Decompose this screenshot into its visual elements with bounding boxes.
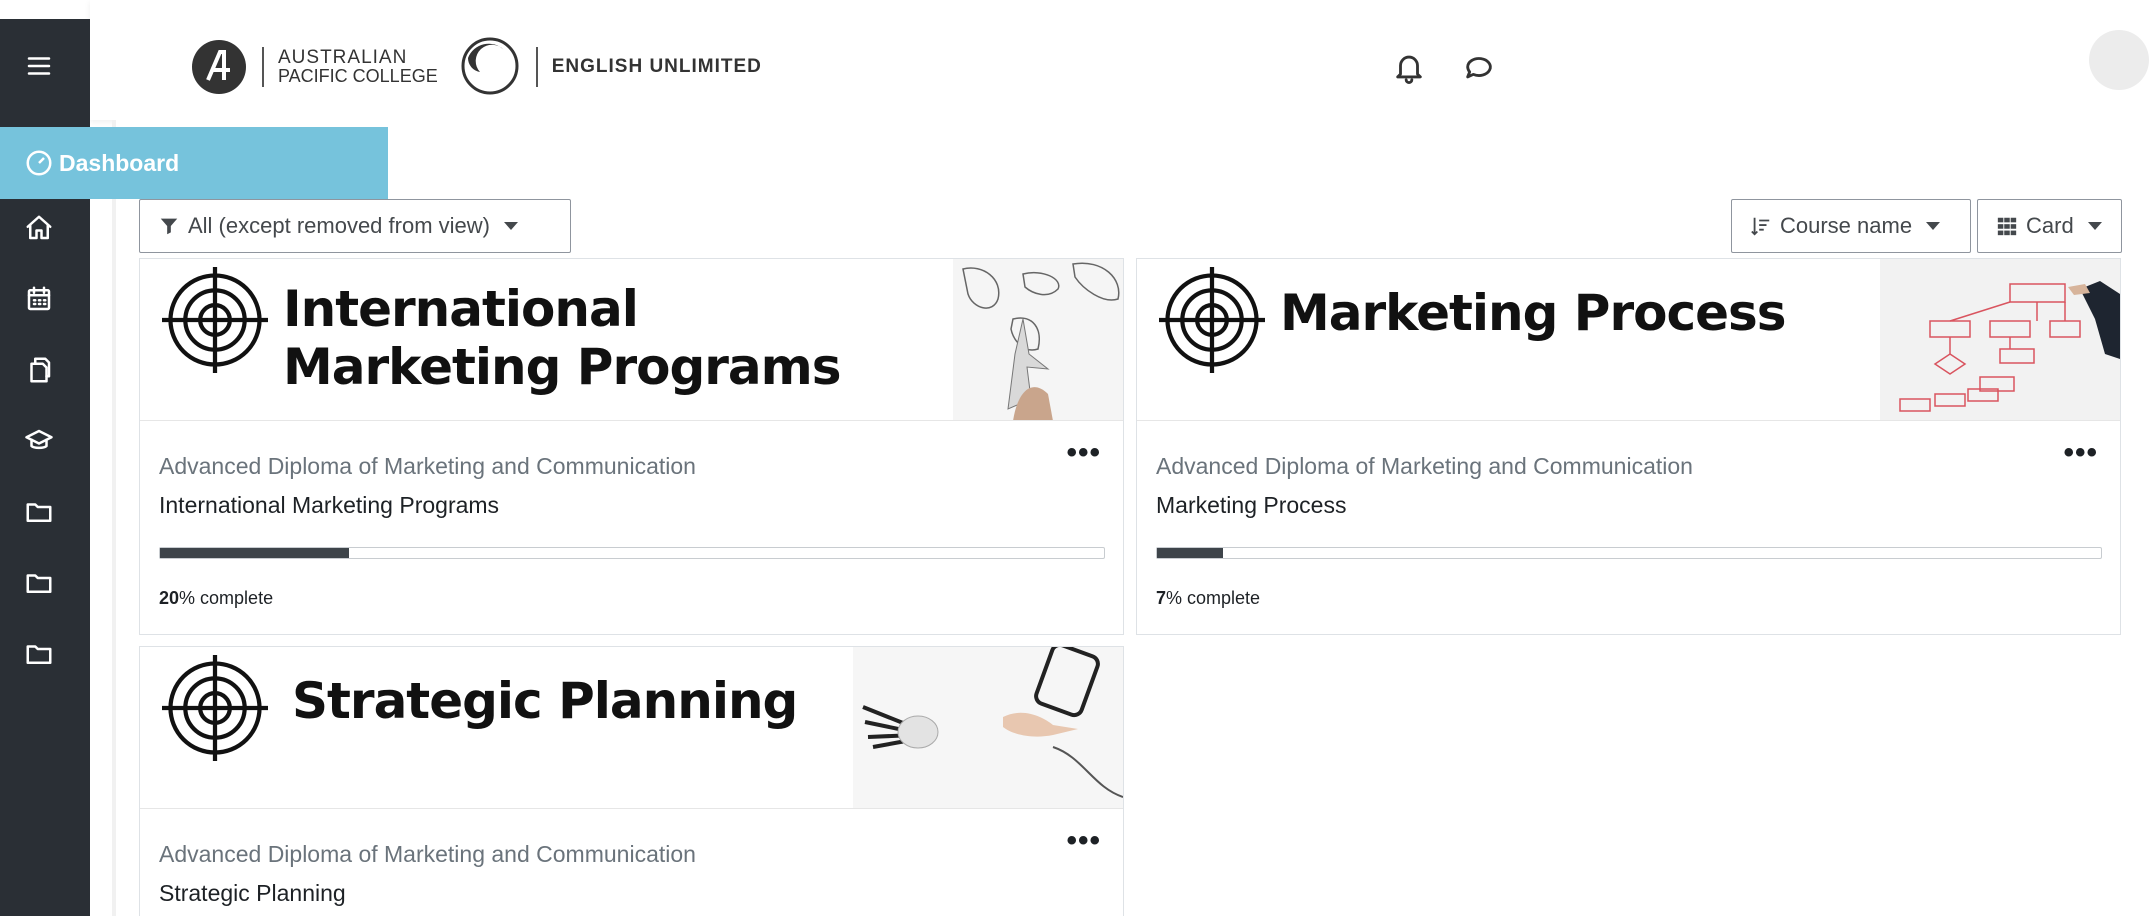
logo-brand-2: ENGLISH UNLIMITED: [551, 56, 762, 77]
progress-percent-number: 20: [159, 588, 180, 608]
more-options-icon[interactable]: •••: [1066, 438, 1101, 468]
logo-divider-2: [535, 47, 538, 87]
course-category: Advanced Diploma of Marketing and Commun…: [159, 841, 696, 867]
course-category: Advanced Diploma of Marketing and Commun…: [159, 453, 696, 479]
chevron-down-icon: [503, 222, 518, 230]
grouping-dropdown[interactable]: All (except removed from view): [139, 199, 571, 253]
files-icon[interactable]: [22, 353, 56, 387]
notifications-bell-icon[interactable]: [1392, 50, 1430, 88]
sort-dropdown[interactable]: Course name: [1731, 199, 1971, 253]
logo-divider: [262, 47, 264, 87]
grid-icon: [1997, 217, 2017, 236]
graduation-cap-icon[interactable]: [22, 424, 56, 458]
course-image[interactable]: International Marketing Programs: [140, 259, 1123, 421]
filter-icon: [160, 218, 178, 235]
calendar-icon[interactable]: [22, 282, 56, 316]
site-logo[interactable]: AUSTRALIAN PACIFIC COLLEGE ENGLISH UNLIM…: [190, 34, 762, 100]
more-options-icon[interactable]: •••: [2063, 438, 2098, 468]
user-avatar[interactable]: [2089, 30, 2149, 90]
logo-line-2: PACIFIC COLLEGE: [278, 66, 438, 86]
course-card[interactable]: Strategic Planning Advanced Diploma of M…: [139, 646, 1124, 916]
progress-suffix: % complete: [1166, 588, 1261, 608]
course-category: Advanced Diploma of Marketing and Commun…: [1156, 453, 1693, 479]
dashboard-gauge-icon: [26, 150, 52, 176]
course-image-title-line-1: International: [283, 280, 639, 338]
view-dropdown[interactable]: Card: [1977, 199, 2122, 253]
course-progress-bar: [159, 547, 1105, 559]
logo-line-1: AUSTRALIAN: [278, 47, 408, 68]
view-label: Card: [2026, 213, 2074, 238]
course-name-link[interactable]: Marketing Process: [1156, 492, 1346, 519]
chevron-down-icon: [2087, 222, 2102, 230]
course-image-title-line-1: Marketing Process: [1280, 284, 1787, 342]
chevron-down-icon: [1926, 222, 1941, 230]
folder-icon[interactable]: [22, 637, 56, 671]
target-icon: [162, 655, 268, 761]
course-image-title-line-2: Marketing Programs: [283, 338, 842, 396]
progress-suffix: % complete: [179, 588, 274, 608]
course-card[interactable]: International Marketing Programs Advance…: [139, 258, 1124, 635]
course-progress-fill: [160, 548, 349, 558]
course-card[interactable]: Marketing Process Advanced Diploma of Ma…: [1136, 258, 2121, 635]
home-icon[interactable]: [22, 211, 56, 245]
target-icon: [162, 267, 268, 373]
progress-percent-number: 7: [1156, 588, 1167, 608]
desk-pens-phone-image: [853, 647, 1123, 808]
dashboard-nav-item[interactable]: Dashboard: [0, 127, 388, 199]
more-options-icon[interactable]: •••: [1066, 826, 1101, 856]
messages-chat-icon[interactable]: [1462, 50, 1500, 88]
apc-logo-icon: [192, 40, 246, 94]
course-name-link[interactable]: Strategic Planning: [159, 880, 346, 907]
world-map-airplane-image: [953, 259, 1123, 420]
whiteboard-flowchart-image: [1880, 259, 2120, 420]
folder-icon[interactable]: [22, 566, 56, 600]
course-image-title-line-1: Strategic Planning: [292, 672, 798, 730]
menu-icon[interactable]: [22, 49, 56, 83]
folder-icon[interactable]: [22, 495, 56, 529]
course-image[interactable]: Marketing Process: [1137, 259, 2120, 421]
english-unlimited-logo-icon: [461, 37, 519, 95]
course-progress-text: 20% complete: [159, 588, 273, 609]
course-name-link[interactable]: International Marketing Programs: [159, 492, 499, 519]
sort-icon: [1751, 217, 1770, 236]
grouping-label: All (except removed from view): [188, 213, 490, 238]
course-progress-fill: [1157, 548, 1224, 558]
logo-text-block: AUSTRALIAN PACIFIC COLLEGE: [278, 48, 438, 86]
dashboard-label: Dashboard: [59, 149, 180, 176]
course-progress-bar: [1156, 547, 2102, 559]
course-progress-text: 7% complete: [1156, 588, 1260, 609]
top-header: AUSTRALIAN PACIFIC COLLEGE ENGLISH UNLIM…: [90, 0, 2149, 120]
sort-label: Course name: [1780, 213, 1913, 238]
course-image[interactable]: Strategic Planning: [140, 647, 1123, 809]
target-icon: [1159, 267, 1265, 373]
